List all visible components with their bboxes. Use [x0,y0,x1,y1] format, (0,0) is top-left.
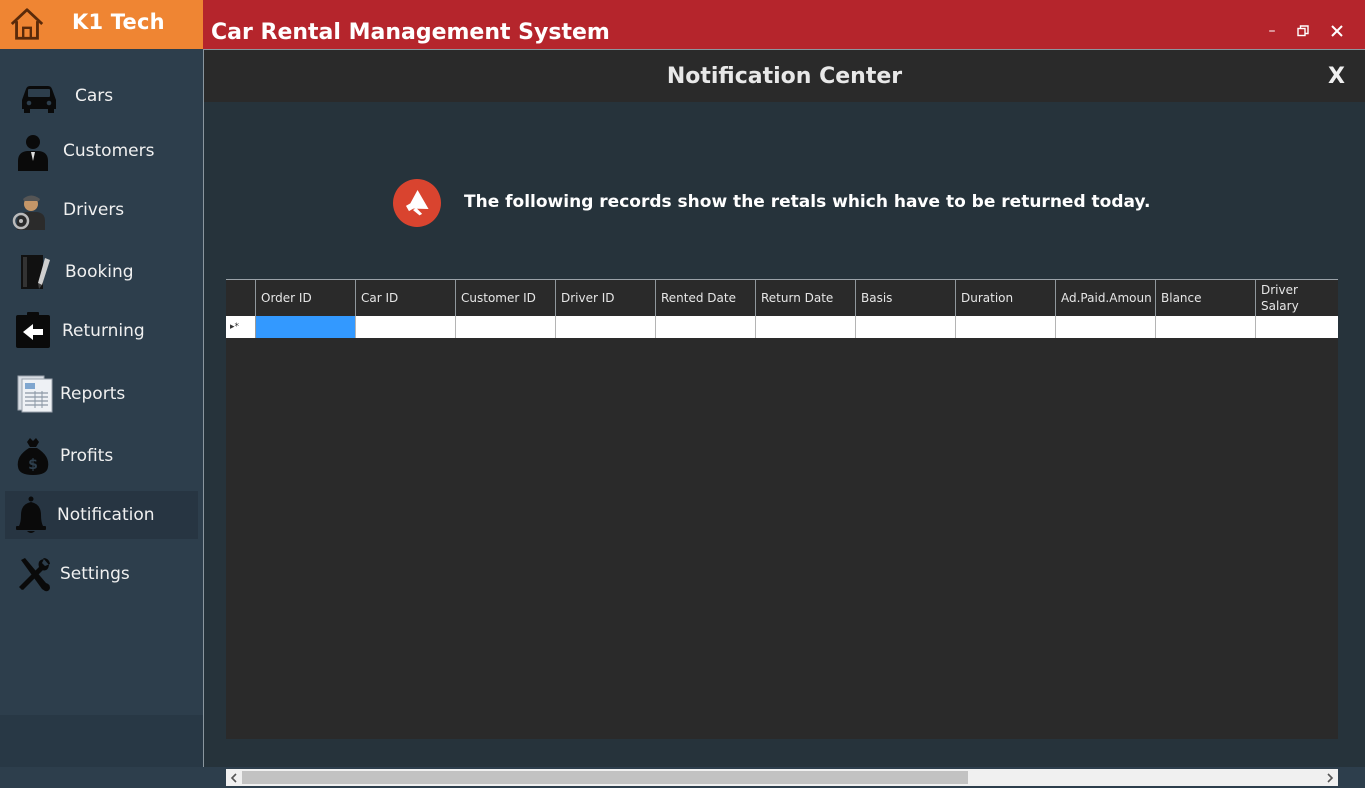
close-panel-button[interactable]: X [1328,64,1345,89]
column-header-basis[interactable]: Basis [856,280,956,316]
column-header-driver-id[interactable]: Driver ID [556,280,656,316]
sidebar-item-label: Profits [60,446,114,466]
sidebar-item-booking[interactable]: Booking [5,248,198,296]
sidebar-item-label: Notification [57,505,155,525]
brand-name: K1 Tech [72,10,165,34]
money-bag-icon: $ [17,438,49,475]
row-header-corner [226,280,256,316]
panel-title: Notification Center [666,64,903,89]
grid-cell-duration[interactable] [956,316,1056,338]
reports-icon [17,375,53,413]
driver-icon [12,195,45,230]
grid-cell-driver-id[interactable] [556,316,656,338]
column-header-duration[interactable]: Duration [956,280,1056,316]
close-icon [1331,25,1343,37]
column-header-order-id[interactable]: Order ID [256,280,356,316]
column-header-advance-paid-amount[interactable]: Ad.Paid.Amoun [1056,280,1156,316]
grid-cell-car-id[interactable] [356,316,456,338]
brand-block: K1 Tech [0,0,203,49]
restore-icon [1297,25,1309,37]
returns-data-grid[interactable]: Order ID Car ID Customer ID Driver ID Re… [226,279,1338,739]
sidebar-item-profits[interactable]: $ Profits [5,432,198,480]
notification-center-panel: Notification Center X The following reco… [203,49,1365,786]
sidebar-item-cars[interactable]: Cars [5,72,198,120]
grid-cell-advance-paid-amount[interactable] [1056,316,1156,338]
scrollbar-thumb[interactable] [242,771,968,784]
column-header-return-date[interactable]: Return Date [756,280,856,316]
returning-icon [16,312,50,348]
column-header-rented-date[interactable]: Rented Date [656,280,756,316]
chevron-left-icon [230,773,237,783]
grid-cell-rented-date[interactable] [656,316,756,338]
grid-cell-basis[interactable] [856,316,956,338]
horizontal-scrollbar[interactable] [226,769,1338,786]
megaphone-icon [393,179,441,227]
restore-button[interactable] [1292,20,1314,42]
sidebar-item-label: Booking [65,262,134,282]
grid-header-row: Order ID Car ID Customer ID Driver ID Re… [226,279,1338,316]
panel-header: Notification Center X [204,50,1365,102]
minimize-button[interactable]: – [1261,20,1283,42]
customer-icon [18,135,48,171]
scroll-right-button[interactable] [1322,769,1338,786]
notice-text: The following records show the retals wh… [464,192,1151,212]
chevron-right-icon [1327,773,1334,783]
svg-text:$: $ [28,457,38,473]
column-header-car-id[interactable]: Car ID [356,280,456,316]
scroll-left-button[interactable] [226,769,242,786]
sidebar-item-drivers[interactable]: Drivers [5,186,198,234]
sidebar-item-label: Drivers [63,200,125,220]
title-bar: Car Rental Management System – [203,0,1365,49]
sidebar-item-settings[interactable]: Settings [5,550,198,598]
column-header-customer-id[interactable]: Customer ID [456,280,556,316]
grid-cell-order-id[interactable] [256,316,356,338]
close-window-button[interactable] [1326,20,1348,42]
grid-cell-driver-salary[interactable] [1256,316,1338,338]
grid-cell-customer-id[interactable] [456,316,556,338]
sidebar: Cars Customers Drivers Booking Returning… [0,49,203,767]
sidebar-item-label: Cars [75,86,114,106]
sidebar-item-customers[interactable]: Customers [5,127,198,175]
sidebar-item-reports[interactable]: Reports [5,370,198,418]
bell-icon [16,496,46,533]
sidebar-footer [0,715,203,767]
grid-cell-balance[interactable] [1156,316,1256,338]
grid-cell-return-date[interactable] [756,316,856,338]
sidebar-item-label: Customers [63,141,155,161]
home-icon[interactable] [8,5,46,43]
car-icon [22,86,56,113]
sidebar-item-notification[interactable]: Notification [5,491,198,539]
sidebar-item-label: Settings [60,564,130,584]
app-title: Car Rental Management System [211,20,610,45]
new-row[interactable]: ▸* [226,316,1338,338]
new-row-marker[interactable]: ▸* [226,316,256,338]
column-header-driver-salary[interactable]: Driver Salary [1256,280,1338,316]
sidebar-item-label: Reports [60,384,126,404]
tools-icon [19,558,50,592]
column-header-balance[interactable]: Blance [1156,280,1256,316]
booking-icon [21,255,50,289]
sidebar-item-label: Returning [62,321,145,341]
sidebar-item-returning[interactable]: Returning [5,307,198,355]
